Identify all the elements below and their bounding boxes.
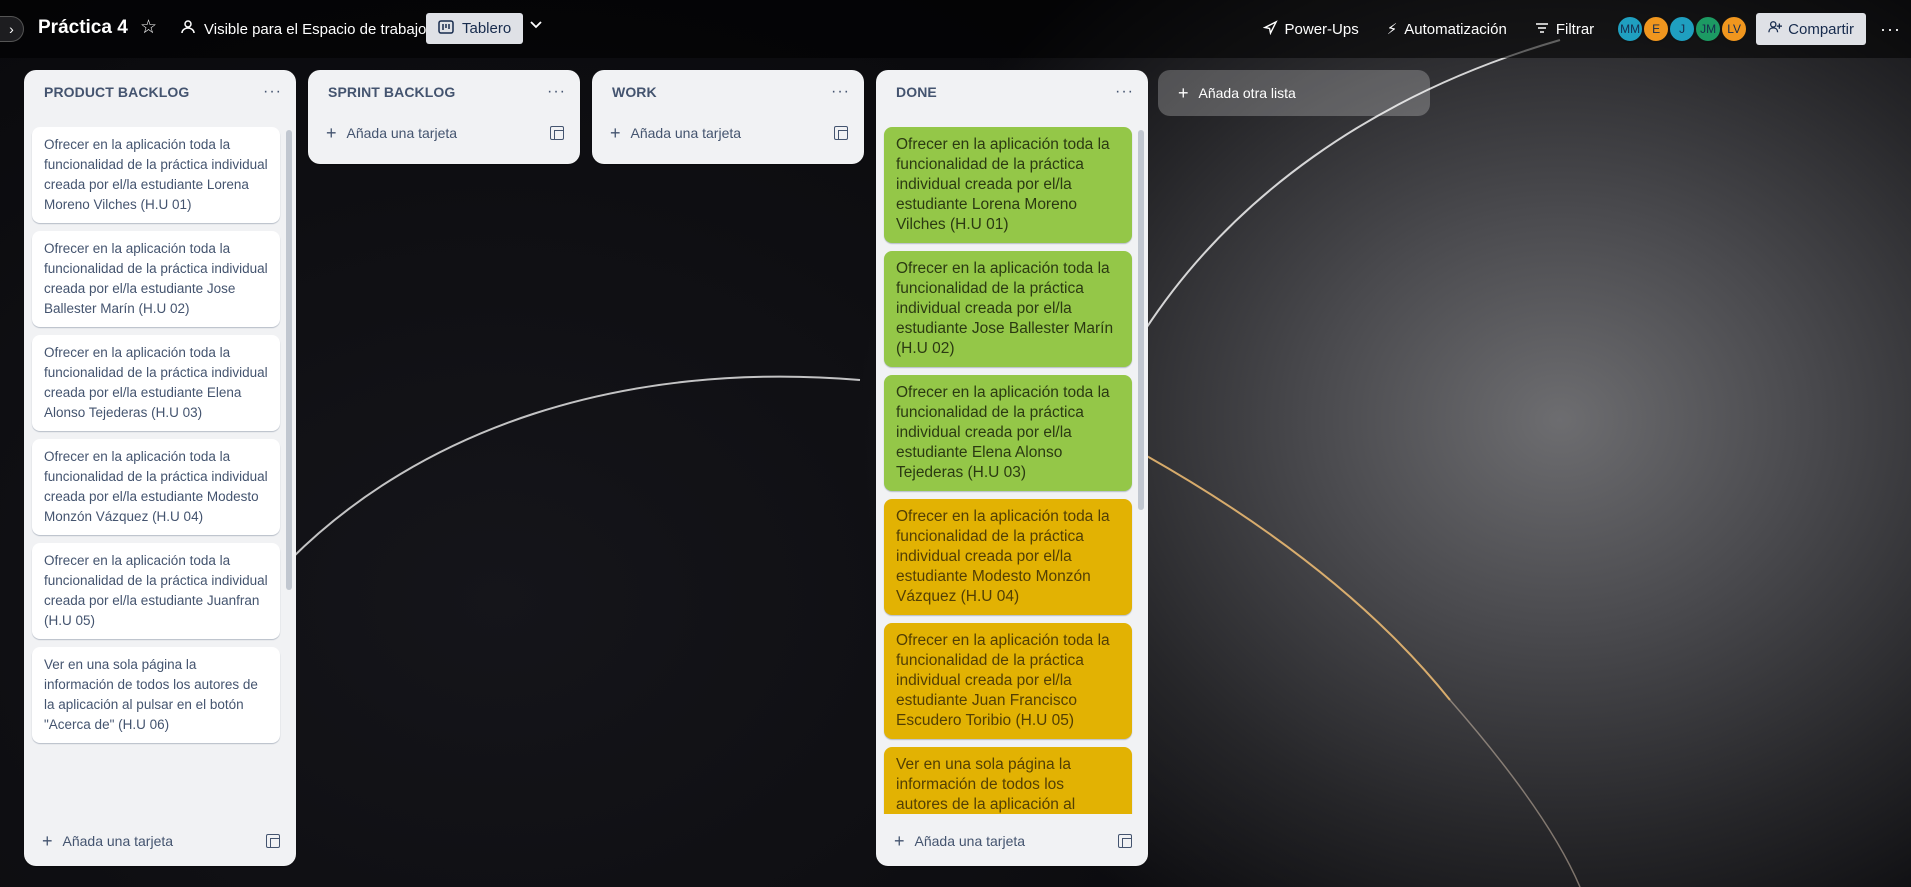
list-title[interactable]: SPRINT BACKLOG	[328, 84, 455, 100]
list-done: DONE ··· Ofrecer en la aplicación toda l…	[876, 70, 1148, 866]
filter-button[interactable]: Filtrar	[1535, 21, 1594, 38]
list-work: WORK ··· + Añada una tarjeta	[592, 70, 864, 164]
add-card-button[interactable]: + Añada una tarjeta	[894, 831, 1025, 852]
add-card-button[interactable]: + Añada una tarjeta	[610, 123, 741, 144]
list-item[interactable]: Ofrecer en la aplicación toda la funcion…	[884, 251, 1132, 367]
filter-icon	[1535, 21, 1549, 38]
avatar[interactable]: MM	[1616, 15, 1645, 43]
template-icon[interactable]	[550, 126, 564, 140]
card-list: Ofrecer en la aplicación toda la funcion…	[876, 127, 1148, 814]
list-title[interactable]: DONE	[896, 84, 937, 100]
list-menu-icon[interactable]: ···	[263, 83, 282, 101]
list-title[interactable]: PRODUCT BACKLOG	[44, 84, 189, 100]
lightning-icon: ⚡	[1386, 21, 1398, 38]
member-avatars: MM E J JM LV	[1616, 15, 1749, 43]
list-item[interactable]: Ofrecer en la aplicación toda la funcion…	[884, 375, 1132, 491]
plus-icon: +	[610, 122, 621, 143]
chevron-right-icon: ›	[9, 21, 14, 37]
more-options-icon[interactable]: ···	[1880, 19, 1901, 40]
visibility-label: Visible para el Espacio de trabajo	[204, 20, 427, 38]
list-scrollbar[interactable]	[1138, 130, 1144, 510]
board-view-button[interactable]: Tablero	[426, 13, 524, 44]
avatar[interactable]: JM	[1694, 15, 1723, 43]
template-icon[interactable]	[266, 834, 280, 848]
list-sprint-backlog: SPRINT BACKLOG ··· + Añada una tarjeta	[308, 70, 580, 164]
board-view-label: Tablero	[462, 20, 512, 37]
list-item[interactable]: Ofrecer en la aplicación toda la funcion…	[32, 127, 280, 223]
list-title[interactable]: WORK	[612, 84, 657, 100]
filter-label: Filtrar	[1555, 20, 1595, 38]
list-menu-icon[interactable]: ···	[831, 83, 850, 101]
board-icon	[438, 19, 454, 38]
visibility-button[interactable]: Visible para el Espacio de trabajo	[180, 19, 426, 39]
list-item[interactable]: Ofrecer en la aplicación toda la funcion…	[884, 127, 1132, 243]
share-label: Compartir	[1788, 20, 1855, 38]
people-icon	[180, 19, 196, 39]
add-card-label: Añada una tarjeta	[630, 125, 742, 141]
add-card-button[interactable]: + Añada una tarjeta	[42, 831, 173, 852]
add-card-row: + Añada una tarjeta	[876, 822, 1148, 860]
add-person-icon	[1768, 20, 1783, 38]
chevron-down-icon[interactable]	[528, 16, 544, 37]
plus-icon: +	[894, 830, 905, 851]
automation-label: Automatización	[1404, 20, 1507, 38]
automation-button[interactable]: ⚡ Automatización	[1386, 20, 1507, 39]
list-scrollbar[interactable]	[286, 130, 292, 590]
add-card-label: Añada una tarjeta	[346, 125, 458, 141]
plus-icon: +	[1178, 82, 1189, 103]
plus-icon: +	[42, 830, 53, 851]
list-product-backlog: PRODUCT BACKLOG ··· Ofrecer en la aplica…	[24, 70, 296, 866]
list-menu-icon[interactable]: ···	[1115, 83, 1134, 101]
list-item[interactable]: Ver en una sola página la información de…	[32, 647, 280, 743]
list-item[interactable]: Ver en una sola página la información de…	[884, 747, 1132, 814]
list-item[interactable]: Ofrecer en la aplicación toda la funcion…	[32, 439, 280, 535]
board-header: › Práctica 4 ☆ Visible para el Espacio d…	[0, 0, 1911, 58]
list-item[interactable]: Ofrecer en la aplicación toda la funcion…	[32, 335, 280, 431]
avatar[interactable]: J	[1668, 15, 1697, 43]
list-item[interactable]: Ofrecer en la aplicación toda la funcion…	[32, 231, 280, 327]
rocket-icon	[1262, 19, 1278, 39]
template-icon[interactable]	[834, 126, 848, 140]
list-item[interactable]: Ofrecer en la aplicación toda la funcion…	[884, 623, 1132, 739]
power-ups-button[interactable]: Power-Ups	[1262, 19, 1359, 39]
list-item[interactable]: Ofrecer en la aplicación toda la funcion…	[32, 543, 280, 639]
list-item[interactable]: Ofrecer en la aplicación toda la funcion…	[884, 499, 1132, 615]
add-card-label: Añada una tarjeta	[62, 833, 174, 849]
sidebar-toggle-button[interactable]: ›	[0, 16, 24, 42]
add-card-row: + Añada una tarjeta	[24, 822, 296, 860]
power-ups-label: Power-Ups	[1284, 20, 1359, 38]
add-card-row: + Añada una tarjeta	[592, 114, 864, 152]
star-icon[interactable]: ☆	[140, 16, 157, 39]
add-card-label: Añada una tarjeta	[914, 833, 1026, 849]
avatar[interactable]: LV	[1720, 15, 1749, 43]
card-list: Ofrecer en la aplicación toda la funcion…	[24, 127, 296, 814]
plus-icon: +	[326, 122, 337, 143]
add-list-button[interactable]: + Añada otra lista	[1158, 70, 1430, 116]
share-button[interactable]: Compartir	[1756, 13, 1867, 45]
add-list-label: Añada otra lista	[1198, 85, 1296, 101]
add-card-row: + Añada una tarjeta	[308, 114, 580, 152]
list-menu-icon[interactable]: ···	[547, 83, 566, 101]
template-icon[interactable]	[1118, 834, 1132, 848]
add-card-button[interactable]: + Añada una tarjeta	[326, 123, 457, 144]
avatar[interactable]: E	[1642, 15, 1671, 43]
board-title[interactable]: Práctica 4	[38, 17, 128, 39]
